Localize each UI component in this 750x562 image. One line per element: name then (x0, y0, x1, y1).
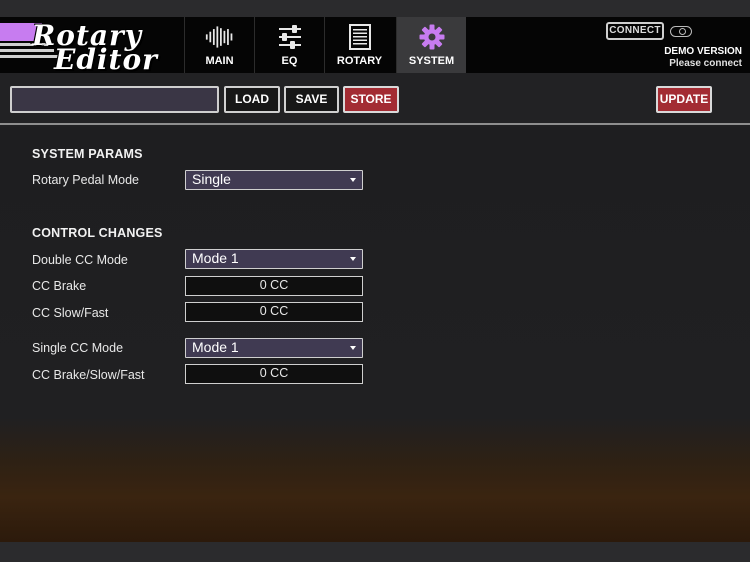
select-value: Mode 1 (192, 339, 239, 355)
double-cc-mode-select[interactable]: Mode 1 (185, 249, 363, 269)
tab-system[interactable]: SYSTEM (396, 17, 466, 73)
cc-brake-slow-fast-field[interactable]: 0 CC (185, 364, 363, 384)
top-strip (0, 0, 750, 17)
cc-slow-fast-field[interactable]: 0 CC (185, 302, 363, 322)
demo-version-label: DEMO VERSION (664, 46, 742, 57)
bottom-bar (0, 542, 750, 562)
waveform-icon (205, 24, 235, 50)
control-changes-title: CONTROL CHANGES (32, 226, 163, 240)
single-cc-mode-select[interactable]: Mode 1 (185, 338, 363, 358)
tab-label: SYSTEM (408, 55, 455, 67)
navbar: Rotary Editor MAIN EQ ROTARY SYSTEM CONN… (0, 17, 750, 73)
double-cc-mode-label: Double CC Mode (32, 253, 128, 267)
store-button[interactable]: STORE (343, 86, 399, 113)
caret-down-icon (350, 178, 356, 182)
tab-label: MAIN (205, 55, 234, 67)
save-button[interactable]: SAVE (284, 86, 339, 113)
cc-brake-label: CC Brake (32, 279, 87, 293)
cc-slow-fast-label: CC Slow/Fast (32, 306, 109, 320)
rotary-pedal-mode-label: Rotary Pedal Mode (32, 173, 140, 187)
tab-eq[interactable]: EQ (254, 17, 324, 73)
connect-area: CONNECT DEMO VERSION Please connect (600, 17, 750, 73)
tab-rotary[interactable]: ROTARY (324, 17, 394, 73)
system-params-title: SYSTEM PARAMS (32, 147, 143, 161)
tab-label: EQ (281, 55, 298, 67)
load-button[interactable]: LOAD (224, 86, 280, 113)
rotary-pedal-mode-select[interactable]: Single (185, 170, 363, 190)
sliders-icon (275, 24, 305, 50)
preset-name-input[interactable] (10, 86, 219, 113)
select-value: Single (192, 171, 231, 187)
system-panel: SYSTEM PARAMS Rotary Pedal Mode Single C… (0, 127, 750, 542)
tab-main[interactable]: MAIN (184, 17, 254, 73)
toolbar: LOAD SAVE STORE UPDATE (0, 73, 750, 125)
link-icon (670, 26, 692, 37)
logo-text-line2: Editor (54, 43, 158, 73)
connect-hint: Please connect (669, 58, 742, 69)
cc-brake-slow-fast-label: CC Brake/Slow/Fast (32, 368, 145, 382)
gear-icon (417, 24, 447, 50)
caret-down-icon (350, 257, 356, 261)
update-button[interactable]: UPDATE (656, 86, 712, 113)
caret-down-icon (350, 346, 356, 350)
app-logo: Rotary Editor (0, 17, 183, 73)
speaker-icon (345, 24, 375, 50)
connect-button[interactable]: CONNECT (606, 22, 664, 40)
cc-brake-field[interactable]: 0 CC (185, 276, 363, 296)
tab-label: ROTARY (336, 55, 383, 67)
select-value: Mode 1 (192, 250, 239, 266)
single-cc-mode-label: Single CC Mode (32, 341, 124, 355)
